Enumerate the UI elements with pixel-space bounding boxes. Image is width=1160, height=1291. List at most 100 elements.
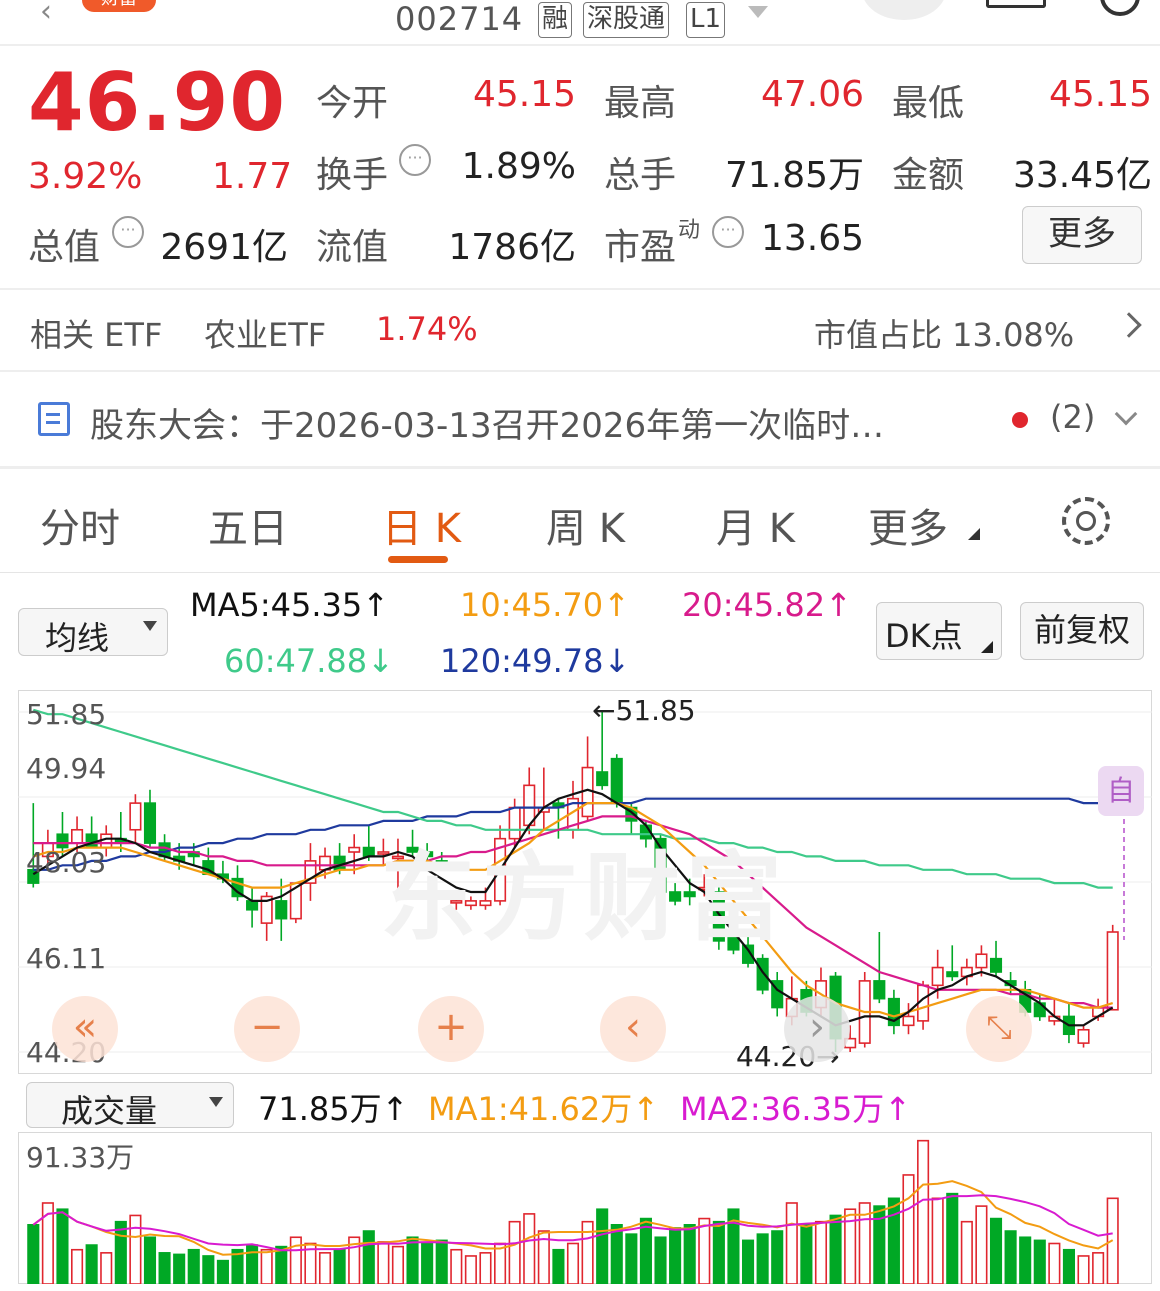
up-arrow-icon: ↑ (825, 586, 852, 624)
active-tab-indicator (388, 556, 448, 563)
search-icon[interactable] (1100, 0, 1140, 16)
volume-bar-down (1062, 1248, 1075, 1284)
tab-monthly-k[interactable]: 月 K (716, 496, 795, 554)
volume-bar-down (683, 1224, 696, 1284)
pe-label: 市盈 (604, 227, 677, 268)
candle-down (756, 957, 769, 991)
divider (0, 572, 1160, 573)
tab-daily-k[interactable]: 日 K (382, 496, 461, 554)
volume-bar-up (494, 1242, 507, 1284)
ma-selector[interactable]: 均线 (18, 608, 168, 657)
top-header: ‹ 财富 002714 融 深股通 L1 (0, 0, 1160, 46)
volume-bar-down (712, 1220, 725, 1284)
chevron-right-icon[interactable] (1116, 312, 1142, 338)
volume-bar-down (56, 1208, 69, 1284)
fullscreen-icon[interactable]: ⤡ (966, 996, 1032, 1062)
volume-bar-down (275, 1245, 288, 1284)
volume-ma2: MA2:36.35万 (680, 1090, 885, 1128)
ma120-value: 120:49.78 (440, 642, 604, 680)
volume-bar-down (800, 1224, 813, 1284)
stock-code: 002714 (395, 0, 524, 38)
volume-bar-up (479, 1252, 492, 1284)
back-icon[interactable]: ‹ (40, 0, 52, 29)
volume-bar-down (27, 1224, 40, 1284)
float-cap-value: 1786亿 (448, 227, 576, 268)
volume-max-label: 91.33万 (26, 1141, 135, 1174)
volume-chart[interactable] (18, 1132, 1152, 1284)
volume-bar-down (552, 1248, 565, 1284)
step-forward-icon[interactable]: › (784, 996, 850, 1062)
candle-up (931, 966, 944, 987)
high-label: 最高 (604, 83, 677, 124)
chart-watermark: 东方财富 (380, 842, 788, 954)
volume-bar-down (362, 1230, 375, 1284)
candle-up (348, 846, 361, 853)
chevron-down-icon[interactable] (1114, 402, 1138, 426)
connect-tag: 深股通 (583, 2, 670, 38)
dk-point-label: DK点 (885, 617, 963, 655)
volume-bar-down (756, 1233, 769, 1284)
tab-five-day[interactable]: 五日 (208, 496, 288, 554)
etf-label: 相关 ETF (30, 316, 163, 354)
more-button[interactable]: 更多 (1022, 206, 1142, 264)
tab-more[interactable]: 更多 (868, 496, 948, 554)
candle-up (1077, 1028, 1090, 1044)
volume-selector[interactable]: 成交量 (26, 1082, 234, 1130)
dropdown-arrow-icon (143, 621, 157, 631)
settings-icon[interactable] (1062, 497, 1110, 545)
volume-bar-up (814, 1220, 828, 1284)
y-label: 48.03 (26, 846, 107, 879)
step-back-icon[interactable]: ‹ (600, 996, 666, 1062)
low-value: 45.15 (1048, 74, 1152, 115)
volume-bar-down (946, 1192, 959, 1284)
adjust-button[interactable]: 前复权 (1020, 602, 1144, 660)
avatar[interactable] (862, 0, 946, 20)
volume-bar-up (1077, 1255, 1090, 1284)
etf-name[interactable]: 农业ETF (204, 310, 326, 356)
volume-bar-down (202, 1255, 215, 1284)
volume-bar-down (989, 1217, 1003, 1284)
volume-bar-up (1048, 1242, 1061, 1284)
volume-bar-down (406, 1236, 419, 1284)
y-label: 46.11 (26, 942, 107, 975)
volume-bar-down (333, 1248, 346, 1284)
volume-bar-up (785, 1202, 798, 1284)
up-arrow-icon: ↑ (632, 1090, 660, 1128)
zoom-out-icon[interactable]: − (234, 996, 300, 1062)
notice-text[interactable]: 股东大会：于2026-03-13召开2026年第一次临时… (90, 398, 884, 447)
volume-bar-down (216, 1259, 229, 1284)
fast-backward-icon[interactable]: « (52, 996, 118, 1062)
volume-bar-up (902, 1174, 915, 1284)
high-marker: ←51.85 (592, 694, 696, 727)
zoom-in-icon[interactable]: + (418, 996, 484, 1062)
tab-intraday[interactable]: 分时 (40, 496, 120, 554)
unread-dot (1012, 412, 1028, 428)
divider (0, 370, 1160, 372)
dropdown-arrow-icon[interactable] (748, 6, 768, 18)
ma20-value: 20:45.82 (682, 586, 826, 624)
market-share[interactable]: 市值占比 13.08% (814, 310, 1074, 356)
auto-scale-button[interactable]: 自 (1098, 766, 1144, 816)
up-arrow-icon: ↑ (884, 1090, 912, 1128)
volume-bar-down (625, 1233, 638, 1284)
change-pct: 3.92% (28, 156, 143, 197)
candle-up (129, 802, 142, 831)
candle-up (71, 828, 84, 844)
turnover-label: 换手 (316, 155, 389, 196)
tab-weekly-k[interactable]: 周 K (546, 496, 625, 554)
volume-label: 总手 (604, 155, 677, 196)
volume-bar-up (71, 1248, 84, 1284)
up-arrow-icon: ↑ (362, 586, 390, 624)
candle-up (975, 953, 988, 969)
float-cap-label: 流值 (316, 227, 389, 268)
volume-bar-down (143, 1236, 157, 1284)
volume-bar-up (129, 1214, 142, 1284)
open-value: 45.15 (472, 74, 576, 115)
menu-icon[interactable] (986, 0, 1046, 8)
ma10-value: 10:45.70 (460, 586, 604, 624)
volume-bar-down (435, 1239, 448, 1284)
corner-triangle-icon (968, 528, 980, 540)
volume-value: 71.85万 (724, 155, 864, 196)
dk-point-button[interactable]: DK点 (876, 602, 1002, 660)
volume-bar-up (289, 1236, 302, 1284)
